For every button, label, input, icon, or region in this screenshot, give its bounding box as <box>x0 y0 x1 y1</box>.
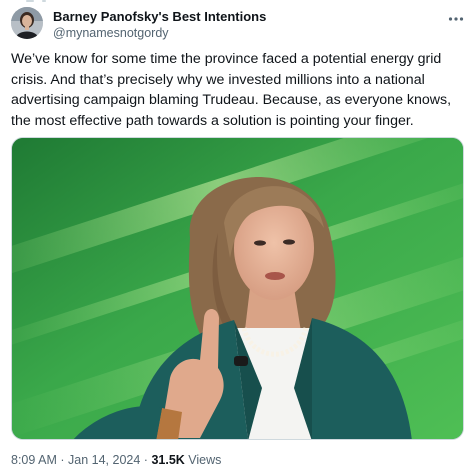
avatar-image <box>11 7 43 39</box>
author-names: Barney Panofsky's Best Intentions @mynam… <box>53 9 266 41</box>
tweet-photo[interactable] <box>11 137 464 440</box>
tweet-meta: 8:09 AM · Jan 14, 2024 · 31.5K Views <box>11 452 221 468</box>
avatar[interactable] <box>11 7 43 39</box>
author-handle[interactable]: @mynamesnotgordy <box>53 25 266 41</box>
tweet-text: We’ve know for some time the province fa… <box>11 51 452 129</box>
tweet-header: Barney Panofsky's Best Intentions @mynam… <box>11 7 466 45</box>
views-count: 31.5K <box>151 453 185 467</box>
meta-separator: · <box>60 453 65 467</box>
more-horizontal-icon <box>448 17 464 21</box>
tweet-date[interactable]: Jan 14, 2024 <box>68 453 140 467</box>
views-label: Views <box>188 453 222 467</box>
previous-post-fragment <box>0 0 476 6</box>
tweet-time[interactable]: 8:09 AM <box>11 453 57 467</box>
more-options-button[interactable] <box>446 9 466 29</box>
meta-separator: · <box>143 453 148 467</box>
author-display-name[interactable]: Barney Panofsky's Best Intentions <box>53 9 266 25</box>
photo-image <box>12 138 463 439</box>
